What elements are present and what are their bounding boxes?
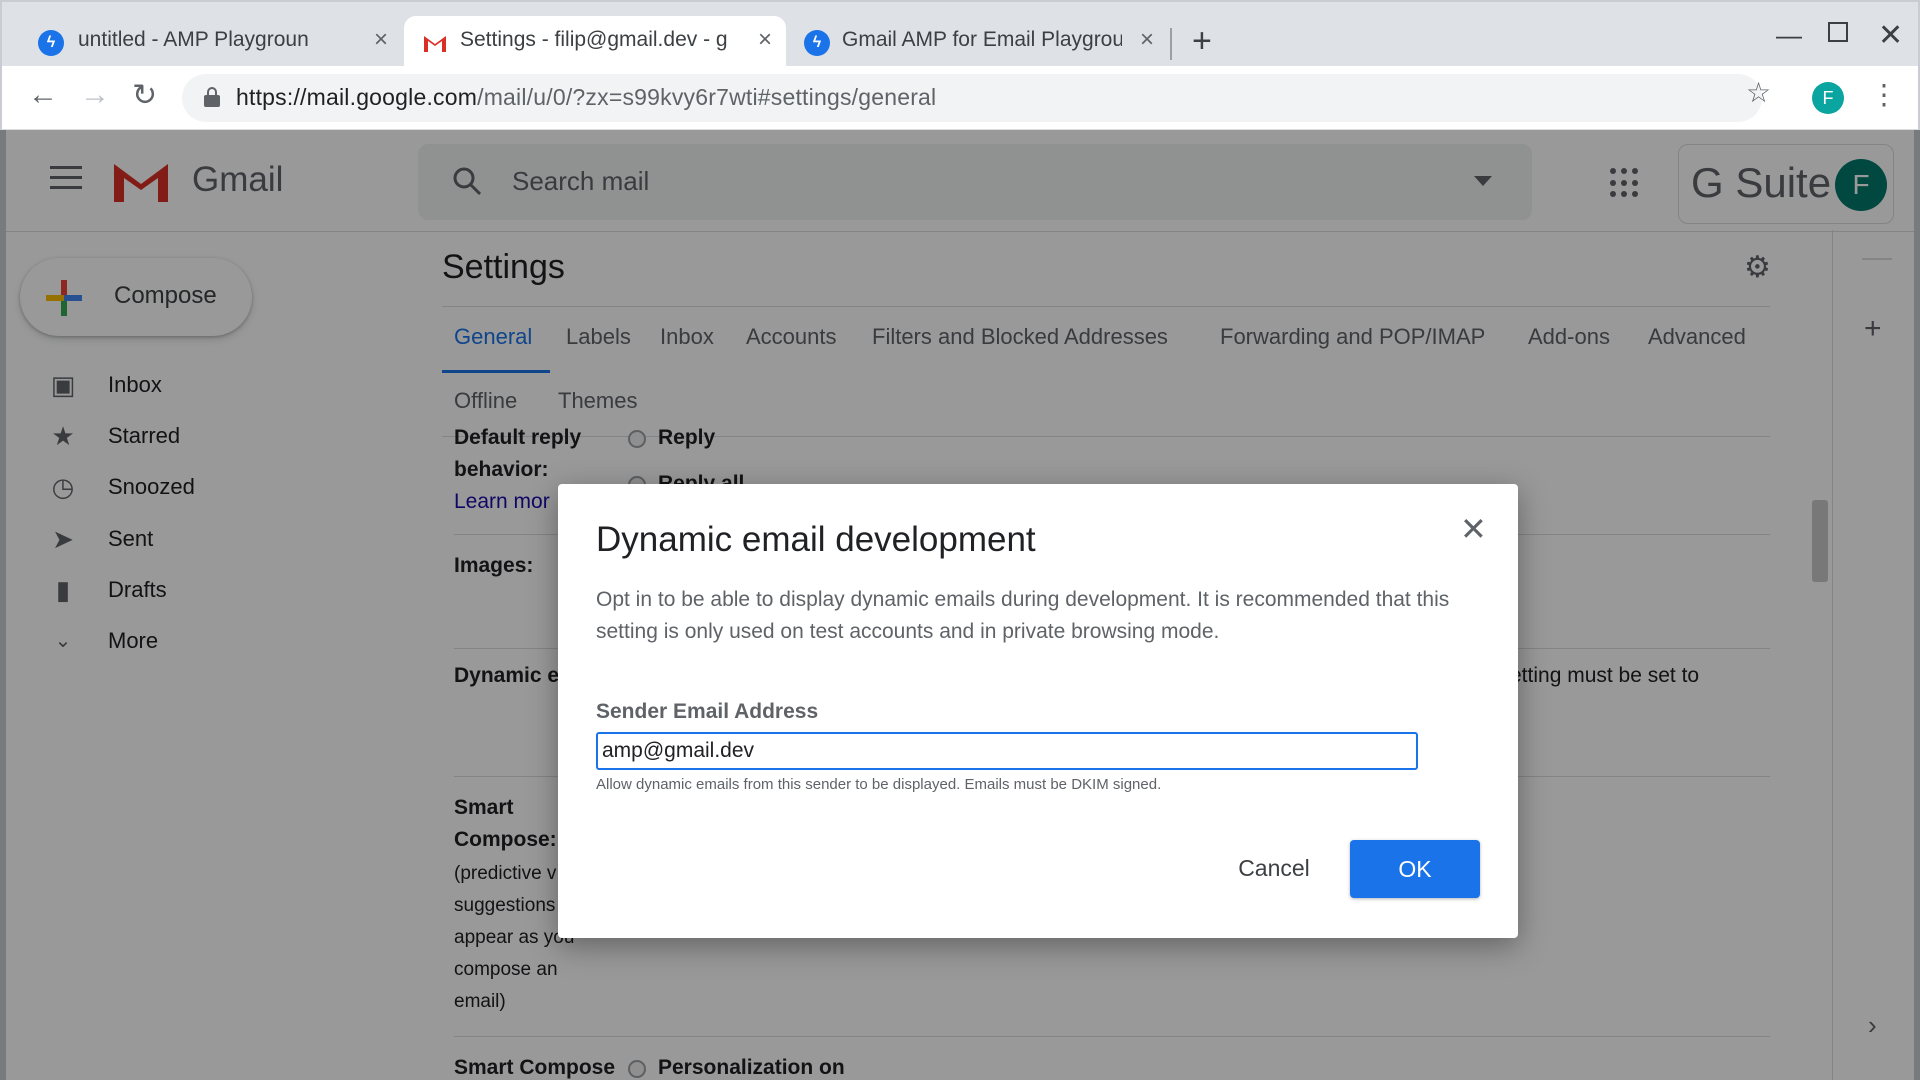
amp-bolt-icon: ϟ xyxy=(38,30,64,56)
close-tab-icon[interactable]: × xyxy=(374,26,388,54)
sender-email-label: Sender Email Address xyxy=(596,700,819,723)
minimize-icon[interactable]: — xyxy=(1776,20,1802,51)
tab-title: untitled - AMP Playground xyxy=(78,28,308,51)
new-tab-icon[interactable]: + xyxy=(1192,24,1212,58)
ok-button[interactable]: OK xyxy=(1350,840,1480,898)
back-icon[interactable]: ← xyxy=(28,78,58,112)
url-path: /mail/u/0/?zx=s99kvy6r7wti#settings/gene… xyxy=(477,84,937,110)
dynamic-email-dialog: Dynamic email development ✕ Opt in to be… xyxy=(558,484,1518,938)
close-tab-icon[interactable]: × xyxy=(758,26,772,54)
dialog-description: Opt in to be able to display dynamic ema… xyxy=(596,588,1450,643)
url-host: https://mail.google.com xyxy=(236,84,478,110)
close-tab-icon[interactable]: × xyxy=(1140,26,1154,54)
close-window-icon[interactable]: ✕ xyxy=(1878,18,1903,53)
close-icon[interactable]: ✕ xyxy=(1460,510,1487,548)
gmail-favicon-icon xyxy=(422,30,448,56)
sender-email-help: Allow dynamic emails from this sender to… xyxy=(596,776,1162,793)
tab-title: Settings - filip@gmail.dev - g xyxy=(460,28,728,51)
dialog-title: Dynamic email development xyxy=(596,520,1036,559)
browser-menu-icon[interactable]: ⋮ xyxy=(1870,78,1898,111)
amp-bolt-icon: ϟ xyxy=(804,30,830,56)
browser-tab-gmail-settings[interactable]: Settings - filip@gmail.dev - g × xyxy=(404,16,786,70)
address-bar[interactable]: https://mail.google.com/mail/u/0/?zx=s99… xyxy=(182,74,1762,122)
browser-tab-gmail-amp-playground[interactable]: ϟ Gmail AMP for Email Playgrou × xyxy=(786,16,1168,70)
browser-tab-strip: ϟ untitled - AMP Playground × Settings -… xyxy=(0,0,1920,70)
bookmark-star-icon[interactable]: ☆ xyxy=(1746,76,1771,109)
lock-icon xyxy=(204,87,220,107)
maximize-icon[interactable] xyxy=(1828,22,1848,42)
reload-icon[interactable]: ↻ xyxy=(132,78,157,113)
browser-tab-amp-playground[interactable]: ϟ untitled - AMP Playground × xyxy=(2,16,402,70)
forward-icon[interactable]: → xyxy=(80,78,110,112)
browser-toolbar: ← → ↻ https://mail.google.com/mail/u/0/?… xyxy=(0,66,1920,130)
cancel-button[interactable]: Cancel xyxy=(1216,840,1332,896)
sender-email-input[interactable] xyxy=(596,732,1418,770)
url-text: https://mail.google.com/mail/u/0/?zx=s99… xyxy=(236,84,936,111)
tab-title: Gmail AMP for Email Playgrou xyxy=(842,28,1122,51)
browser-profile-avatar[interactable]: F xyxy=(1812,82,1844,114)
tab-separator xyxy=(1170,28,1172,60)
